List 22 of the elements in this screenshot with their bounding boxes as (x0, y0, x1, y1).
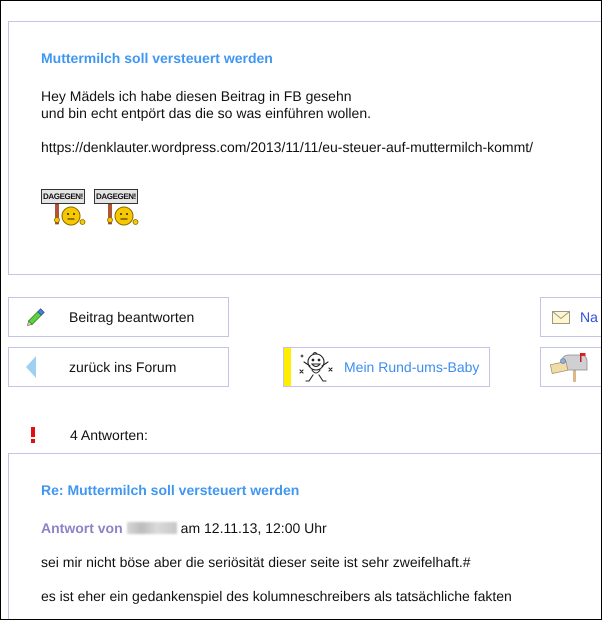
baby-icon (298, 350, 334, 384)
protest-sign: DAGEGEN! (41, 189, 85, 204)
back-button[interactable]: zurück ins Forum (8, 347, 229, 387)
author-label: Antwort von (41, 520, 123, 536)
url-text: https://denklauter.wordpress.com/2013/11/11/eu-steuer-auf-muttermilch-kommt/ (41, 139, 534, 156)
answer-text: es ist eher ein gedankenspiel des kolumneschreibers als tatsächliche fakten (41, 588, 512, 604)
post-title: Muttermilch soll versteuert werden (41, 50, 273, 66)
post-text: Hey Mädels ich habe diesen Beitrag in FB gesehn und bin echt entpört das die so was einführen wollen. (41, 88, 371, 122)
mailbox-icon (550, 352, 590, 382)
message-button[interactable]: Na (540, 297, 601, 337)
mailbox-button[interactable] (540, 347, 601, 387)
protest-sign: DAGEGEN! (94, 189, 138, 204)
exclamation-icon (30, 427, 36, 443)
answer-title: Re: Muttermilch soll versteuert werden (41, 482, 300, 498)
redacted-name-block (126, 522, 177, 534)
pencil-icon (25, 306, 47, 328)
envelope-icon (552, 310, 570, 324)
answer-text: sei mir nicht böse aber die seriösität dieser seite ist sehr zweifelhaft.# (41, 554, 471, 570)
reply-button[interactable]: Beitrag beantworten (8, 297, 229, 337)
answer-date: am 12.11.13, 12:00 Uhr (180, 520, 327, 536)
back-arrow-icon (26, 356, 36, 378)
answer-count: 4 Antworten: (70, 427, 148, 443)
